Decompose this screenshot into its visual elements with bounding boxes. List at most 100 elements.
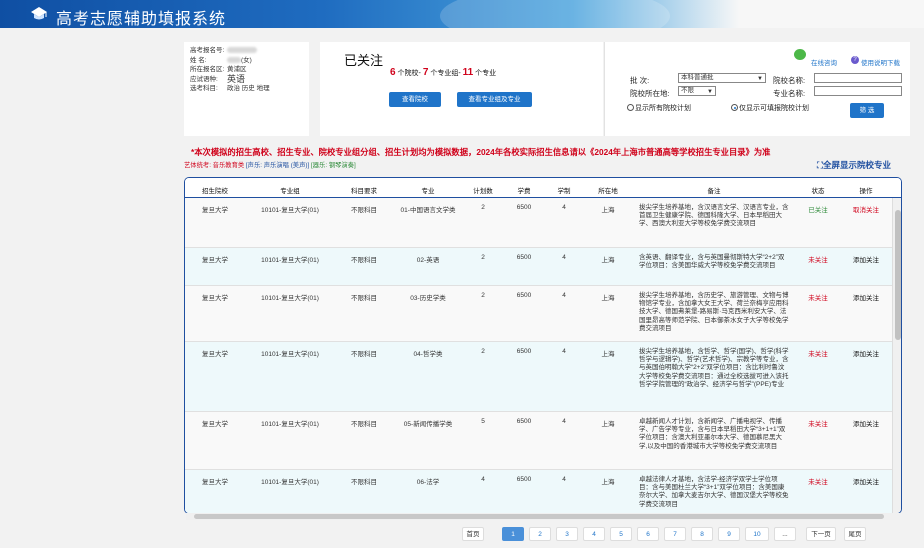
schools-label: 个院校- (397, 70, 421, 77)
radio-circle (627, 104, 634, 111)
batch-label: 批 次: (630, 76, 650, 85)
page-ellipsis[interactable]: ... (774, 527, 796, 541)
cell-note-col: 卓越法律人才基地，含法学-经济学双学士学位项目：含与美国杜兰大学“3+1”双学位… (639, 476, 789, 508)
manual-download-link[interactable]: 使用说明下载 (861, 57, 900, 67)
cell-status-col: 未关注 (808, 351, 828, 358)
cell-status-col: 已关注 (808, 207, 828, 214)
cell-fee-col: 6500 (516, 254, 532, 261)
favorites-counts: 6 个院校- 7 个专业组- 11 个专业 (390, 67, 496, 78)
page-button-10[interactable]: 10 (745, 527, 769, 541)
cell-action-col[interactable]: 取消关注 (841, 204, 891, 214)
page-button-5[interactable]: 5 (610, 527, 632, 541)
view-groups-button[interactable]: 查看专业组及专业 (457, 92, 532, 107)
cell-location-col: 上海 (601, 207, 615, 214)
batch-select-value: 本科普通批 (681, 74, 714, 81)
profile-key: 选考科目: (190, 85, 218, 93)
help-icon[interactable]: ? (851, 56, 859, 64)
cell-years-col: 4 (562, 418, 566, 425)
cell-location-col: 上海 (601, 295, 615, 302)
cell-major-col: 05-新闻传播学类 (403, 421, 453, 428)
cell-location-col: 上海 (601, 351, 615, 358)
cell-school-col: 复旦大学 (202, 479, 228, 486)
simulation-notice: *本次模拟的招生高校、招生专业、院校专业组分组、招生计划均为模拟数据，2024年… (191, 147, 771, 157)
scroll-thumb[interactable] (194, 514, 884, 519)
cell-status-col: 未关注 (808, 295, 828, 302)
radio-show-fillable-label: 仅显示可填报院校计划 (739, 105, 809, 112)
next-page-button[interactable]: 下一页 (806, 527, 836, 541)
redacted-value (227, 47, 257, 54)
profile-row-exam-id: 高考报名号: (190, 46, 303, 56)
filter-button[interactable]: 筛 选 (850, 103, 884, 118)
cell-fee-col: 6500 (516, 348, 532, 355)
arts-exam-info: 艺体统考: 音乐教育类 [声乐: 声乐演唱 (美声)] [器乐: 钢琴演奏] (184, 160, 356, 169)
cell-fee-col: 6500 (516, 476, 532, 483)
cell-school-col: 复旦大学 (202, 421, 228, 428)
majors-table: 招生院校 专业组 科目要求 专业 计划数 学费 学制 所在地 备注 状态 操作 复旦大学 10101-… (184, 177, 902, 514)
app-title: 高考志愿辅助填报系统 (56, 11, 227, 28)
radio-show-fillable[interactable]: 仅显示可填报院校计划 (731, 103, 809, 113)
radio-show-all[interactable]: 显示所有院校计划 (627, 103, 691, 113)
vertical-scrollbar[interactable] (892, 198, 901, 513)
cell-major-col: 01-中国语言文学类 (400, 207, 456, 214)
favorites-card: 已关注 6 个院校- 7 个专业组- 11 个专业 查看院校 查看专业组及专业 (320, 42, 603, 136)
page-button-7[interactable]: 7 (664, 527, 686, 541)
batch-select[interactable]: 本科普通批 ▼ (678, 73, 766, 83)
cell-school-col: 复旦大学 (202, 295, 228, 302)
wechat-icon[interactable] (794, 49, 806, 60)
cell-group-col: 10101-复旦大学(01) (261, 421, 319, 428)
page-button-8[interactable]: 8 (691, 527, 713, 541)
profile-row-subjects: 选考科目: 政治 历史 地理 (190, 84, 303, 94)
page-button-2[interactable]: 2 (529, 527, 551, 541)
region-label: 院校所在地: (630, 89, 670, 98)
cell-location-col: 上海 (601, 257, 615, 264)
cell-action-col[interactable]: 添加关注 (841, 348, 891, 358)
header-years-col: 学制 (557, 188, 571, 195)
cell-fee-col: 6500 (516, 204, 532, 211)
online-consult-link[interactable]: 在线咨询 (811, 57, 837, 67)
header-group-col: 专业组 (280, 188, 300, 195)
school-name-label: 院校名称: (773, 76, 806, 85)
header-plan-col: 计划数 (473, 188, 493, 195)
school-name-input[interactable] (814, 73, 902, 83)
profile-key: 应试语种: (190, 75, 218, 83)
header-location-col: 所在地 (598, 188, 618, 195)
table-row: 复旦大学 10101-复旦大学(01) 不限科目 05-新闻传播学类 5 6500 4 上海 卓… (185, 412, 892, 470)
groups-label: 个专业组- (430, 70, 461, 77)
fullscreen-label: 全屏显示院校专业 (822, 160, 891, 170)
cell-action-col[interactable]: 添加关注 (841, 476, 891, 486)
region-select[interactable]: 不限 ▼ (678, 86, 716, 96)
page-button-9[interactable]: 9 (718, 527, 740, 541)
page-button-4[interactable]: 4 (583, 527, 605, 541)
page-button-6[interactable]: 6 (637, 527, 659, 541)
header-school-col: 招生院校 (202, 188, 228, 195)
cell-location-col: 上海 (601, 421, 615, 428)
horizontal-scrollbar[interactable] (186, 513, 900, 520)
table-row: 复旦大学 10101-复旦大学(01) 不限科目 04-哲学类 2 6500 4 上海 拔尖学生… (185, 342, 892, 412)
cell-action-col[interactable]: 添加关注 (841, 254, 891, 264)
cell-plan-col: 2 (481, 292, 485, 299)
cell-status-col: 未关注 (808, 257, 828, 264)
first-page-button[interactable]: 首页 (462, 527, 484, 541)
view-schools-button[interactable]: 查看院校 (389, 92, 441, 107)
last-page-button[interactable]: 尾页 (844, 527, 866, 541)
cell-action-col[interactable]: 添加关注 (841, 292, 891, 302)
cell-action-col[interactable]: 添加关注 (841, 418, 891, 428)
header-status-col: 状态 (811, 188, 825, 195)
cell-group-col: 10101-复旦大学(01) (261, 479, 319, 486)
majors-count: 11 (462, 67, 474, 78)
cell-school-col: 复旦大学 (202, 351, 228, 358)
page-button-1[interactable]: 1 (502, 527, 524, 541)
cell-years-col: 4 (562, 476, 566, 483)
groups-count: 7 (422, 67, 429, 78)
major-name-input[interactable] (814, 86, 902, 96)
fullscreen-toggle[interactable]: ⛶全屏显示院校专业 (817, 159, 891, 171)
cell-group-col: 10101-复旦大学(01) (261, 207, 319, 214)
cell-note-col: 含英语、翻译专业，含与英国曼彻斯特大学“2+2”双学位项目：含美国华威大学等校免… (639, 254, 785, 270)
page-button-3[interactable]: 3 (556, 527, 578, 541)
cell-subject-col: 不限科目 (351, 295, 377, 302)
cell-plan-col: 4 (481, 476, 485, 483)
app-header: 高考志愿辅助填报系统 (0, 0, 924, 28)
scroll-thumb[interactable] (895, 210, 901, 340)
header-fee-col: 学费 (517, 188, 531, 195)
chevron-down-icon: ▼ (757, 76, 763, 82)
